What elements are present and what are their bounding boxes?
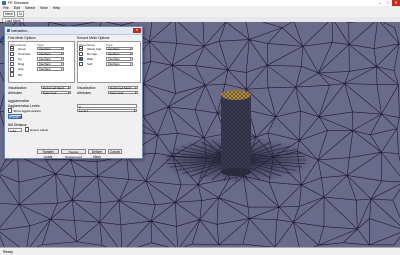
dialog-icon — [6, 28, 10, 32]
mesh-type-select[interactable]: Interface — [37, 57, 64, 61]
mesh-row[interactable]: Cy Interface — [10, 56, 64, 62]
mesh-row[interactable]: Soil Interface — [79, 61, 133, 67]
second-visualization-label: Visualization — [77, 86, 96, 90]
mesh-name: Cap — [18, 67, 24, 72]
show-checkbox[interactable] — [10, 56, 15, 62]
second-mesh-heading: Second Mesh Options — [77, 36, 110, 40]
mesh-row[interactable]: Concrete Interface — [10, 51, 64, 56]
export-latest-label: Export Latest — [30, 127, 49, 132]
first-mesh-table: Show Name Type GroutInterfaceConcreteInt… — [8, 41, 75, 83]
show-checkbox[interactable] — [10, 72, 15, 77]
app-icon — [2, 1, 6, 5]
pile-cylinder — [221, 90, 251, 176]
mesh-type-select[interactable]: Interface — [37, 62, 64, 66]
dialog-title: Interaction... — [11, 28, 30, 33]
mesh-name: Wall — [87, 56, 93, 61]
show-agglomeration-label: Show Agglomeration — [13, 108, 41, 113]
generate-button[interactable]: Generate — [8, 114, 22, 119]
second-attributes-label: Attributes — [77, 91, 91, 95]
mesh-name: Ring — [18, 62, 25, 67]
mesh-row[interactable]: Ghost Cap Interface — [79, 46, 133, 51]
second-attributes-select[interactable]: Sans.Isotr... — [108, 90, 138, 95]
first-mesh-heading: First Mesh Options — [8, 36, 36, 40]
mesh-name: RG — [18, 72, 23, 77]
mesh-row[interactable]: Grout Interface — [10, 46, 64, 51]
mesh-name: Cy — [18, 56, 22, 61]
show-checkbox[interactable] — [79, 46, 84, 51]
transfer-displacement-button[interactable]: Transfer Displacement — [61, 149, 86, 159]
mesh-row[interactable]: Bn Cap Interface — [79, 51, 133, 56]
show-agglomeration-checkbox[interactable] — [8, 108, 13, 113]
mesh-type-select[interactable]: Interface — [106, 57, 133, 61]
first-visualization-select[interactable]: Deformed Mesh — [41, 85, 71, 90]
mesh-type-select[interactable]: Interface — [37, 67, 64, 72]
first-visualization-label: Visualization — [8, 86, 27, 90]
deform-mesh-button[interactable]: Deform Mesh — [88, 149, 106, 159]
mesh-type-select[interactable]: Interface — [37, 46, 64, 51]
mesh-name: Soil — [87, 62, 93, 67]
show-checkbox[interactable] — [10, 67, 15, 72]
show-checkbox[interactable] — [10, 46, 15, 51]
mesh-type-select[interactable]: Interface — [106, 62, 133, 66]
mesh-type-select[interactable]: Interface — [106, 51, 133, 56]
export-latest-row[interactable]: Export Latest — [25, 127, 49, 132]
nm-distance-input[interactable]: 1.00 — [8, 127, 22, 133]
status-text: Ready — [3, 249, 13, 254]
first-attributes-select[interactable]: Sans.Isotr... — [41, 90, 71, 95]
agglomeration-heading: Agglomeration — [8, 99, 30, 103]
transfer-loads-button[interactable]: Transfer Loads — [37, 149, 59, 159]
agglomeration-levels-input[interactable]: 0 — [77, 103, 137, 109]
second-mesh-table: Show Name Type Ghost CapInterfaceBn CapI… — [77, 41, 141, 83]
agglomeration-level-select[interactable]: Level 1 — [77, 108, 137, 113]
mesh-name: Grout — [18, 46, 26, 51]
show-checkbox[interactable] — [79, 61, 84, 67]
show-checkbox[interactable] — [79, 51, 84, 56]
window-title: FE Simulator — [8, 0, 29, 5]
dialog-close-button[interactable]: ✕ — [133, 28, 141, 33]
first-attributes-label: Attributes — [8, 91, 22, 95]
mesh-type-select[interactable]: Interface — [106, 46, 133, 51]
cancel-button[interactable]: Cancel — [108, 149, 122, 154]
mesh-row[interactable]: Ring Interface — [10, 61, 64, 67]
show-checkbox[interactable] — [79, 56, 84, 62]
mesh-row[interactable]: Wall Interface — [79, 56, 133, 62]
interaction-dialog: Interaction... ✕ First Mesh Options Show… — [4, 26, 143, 159]
show-agglomeration-row[interactable]: Show Agglomeration — [8, 108, 41, 113]
show-checkbox[interactable] — [10, 61, 15, 67]
mesh-type-select[interactable]: Interface — [37, 51, 64, 56]
mesh-row[interactable]: RG — [10, 72, 23, 77]
dialog-title-bar: Interaction... ✕ — [5, 27, 142, 35]
mesh-name: Bn Cap — [87, 51, 98, 56]
mesh-name: Ghost Cap — [87, 46, 102, 51]
second-visualization-select[interactable]: Deformed Mesh — [108, 85, 138, 90]
agglomeration-levels-label: Agglomeration Levels — [8, 104, 40, 108]
export-latest-checkbox[interactable] — [25, 127, 30, 132]
mesh-row[interactable]: Cap Interface — [10, 67, 64, 72]
show-checkbox[interactable] — [10, 51, 15, 56]
mesh-name: Concrete — [18, 51, 31, 56]
